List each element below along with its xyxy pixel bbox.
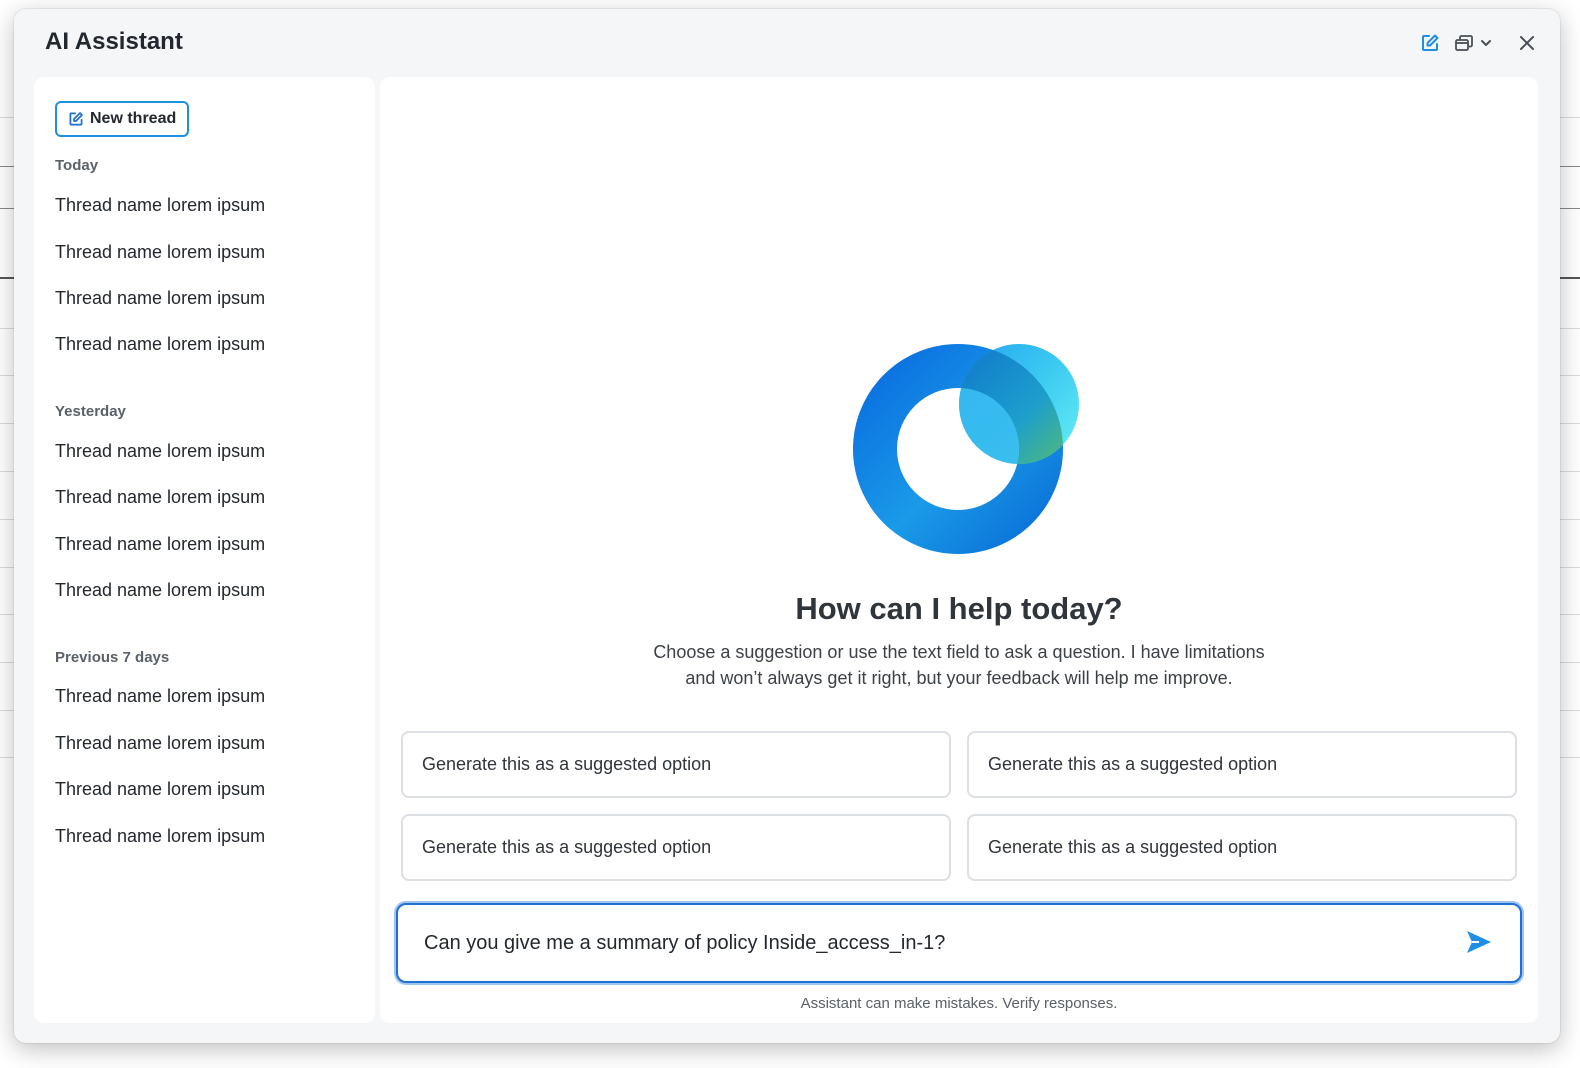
thread-item[interactable]: Thread name lorem ipsum bbox=[55, 686, 265, 707]
dialog-title: AI Assistant bbox=[45, 28, 183, 55]
ai-assistant-dialog: AI Assistant New thread Today Thread nam… bbox=[14, 9, 1560, 1043]
window-layout-icon[interactable] bbox=[1454, 31, 1492, 55]
send-icon[interactable] bbox=[1464, 927, 1494, 962]
thread-item[interactable]: Thread name lorem ipsum bbox=[55, 534, 265, 555]
thread-sidebar: New thread Today Thread name lorem ipsum… bbox=[34, 77, 375, 1023]
subtitle-line: and won’t always get it right, but your … bbox=[685, 668, 1233, 688]
group-label-today: Today bbox=[55, 157, 99, 174]
chat-input-container bbox=[396, 903, 1522, 983]
suggestion-button[interactable]: Generate this as a suggested option bbox=[967, 731, 1517, 798]
new-thread-button[interactable]: New thread bbox=[55, 101, 190, 137]
chevron-down-icon bbox=[1481, 40, 1491, 46]
thread-item[interactable]: Thread name lorem ipsum bbox=[55, 733, 265, 754]
edit-icon bbox=[69, 112, 83, 126]
header-actions bbox=[1420, 31, 1536, 55]
thread-item[interactable]: Thread name lorem ipsum bbox=[55, 334, 265, 355]
welcome-subtitle: Choose a suggestion or use the text fiel… bbox=[380, 639, 1538, 691]
suggestion-button[interactable]: Generate this as a suggested option bbox=[401, 814, 951, 881]
group-label-yesterday: Yesterday bbox=[55, 403, 126, 420]
disclaimer-text: Assistant can make mistakes. Verify resp… bbox=[800, 995, 1118, 1012]
thread-item[interactable]: Thread name lorem ipsum bbox=[55, 288, 265, 309]
welcome-heading: How can I help today? bbox=[795, 591, 1123, 626]
thread-item[interactable]: Thread name lorem ipsum bbox=[55, 580, 265, 601]
thread-item[interactable]: Thread name lorem ipsum bbox=[55, 779, 265, 800]
new-thread-icon[interactable] bbox=[1420, 31, 1440, 55]
suggestion-button[interactable]: Generate this as a suggested option bbox=[967, 814, 1517, 881]
thread-item[interactable]: Thread name lorem ipsum bbox=[55, 826, 265, 847]
chat-input[interactable] bbox=[424, 905, 1454, 981]
chat-panel: How can I help today? Choose a suggestio… bbox=[380, 77, 1538, 1023]
thread-item[interactable]: Thread name lorem ipsum bbox=[55, 242, 265, 263]
subtitle-line: Choose a suggestion or use the text fiel… bbox=[653, 642, 1265, 662]
assistant-logo-icon bbox=[852, 342, 1082, 562]
new-thread-label: New thread bbox=[90, 110, 177, 127]
group-label-previous-7-days: Previous 7 days bbox=[55, 649, 170, 666]
thread-item[interactable]: Thread name lorem ipsum bbox=[55, 441, 265, 462]
thread-item[interactable]: Thread name lorem ipsum bbox=[55, 195, 265, 216]
thread-item[interactable]: Thread name lorem ipsum bbox=[55, 487, 265, 508]
suggestion-button[interactable]: Generate this as a suggested option bbox=[401, 731, 951, 798]
close-icon[interactable] bbox=[1518, 31, 1536, 55]
